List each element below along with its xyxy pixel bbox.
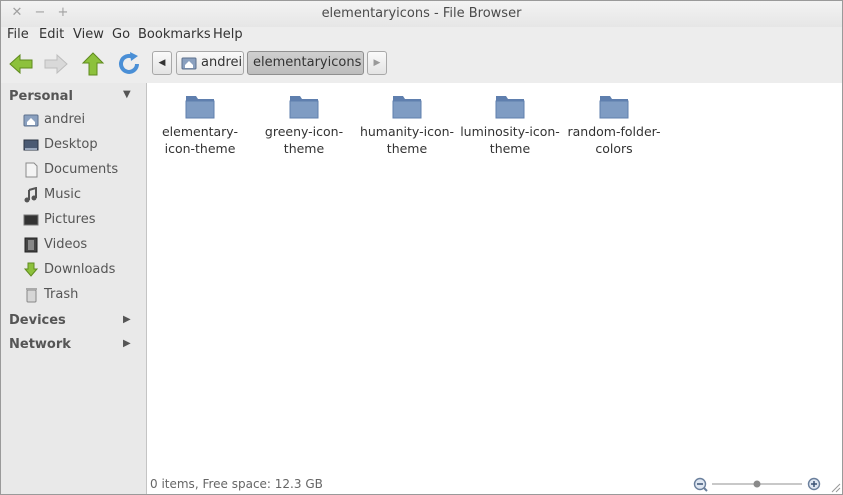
- videos-icon: [24, 237, 38, 253]
- menu-go[interactable]: Go: [112, 27, 130, 42]
- sidebar-section-personal[interactable]: Personal: [9, 89, 73, 104]
- collapse-arrow-icon[interactable]: ▼: [123, 89, 131, 100]
- music-icon: [24, 187, 37, 203]
- folder-item[interactable]: humanity-icon-theme: [357, 93, 457, 163]
- sidebar-item-downloads[interactable]: Downloads: [23, 261, 143, 281]
- up-button[interactable]: [79, 50, 107, 78]
- path-scroll-right-button[interactable]: ▶: [367, 51, 387, 75]
- desktop-icon: [23, 139, 39, 151]
- downloads-icon: [23, 262, 39, 277]
- path-segment-andrei[interactable]: andrei: [176, 51, 244, 75]
- path-scroll-left-button[interactable]: ◀: [152, 51, 172, 75]
- sidebar-item-desktop[interactable]: Desktop: [23, 136, 143, 156]
- sidebar-item-label: Trash: [44, 287, 79, 302]
- menubar: File Edit View Go Bookmarks Help: [1, 25, 842, 45]
- sidebar-item-label: Downloads: [44, 262, 116, 277]
- sidebar-item-label: Desktop: [44, 137, 98, 152]
- folder-item[interactable]: luminosity-icon-theme: [460, 93, 560, 163]
- zoom-out-icon[interactable]: [693, 477, 708, 492]
- file-browser-window: ✕ − + elementaryicons - File Browser Fil…: [0, 0, 843, 495]
- home-icon: [23, 114, 39, 127]
- expand-arrow-icon[interactable]: ▶: [123, 338, 131, 349]
- sidebar-section-devices[interactable]: Devices: [9, 313, 66, 328]
- sidebar-item-label: Pictures: [44, 212, 96, 227]
- sidebar-item-trash[interactable]: Trash: [23, 286, 143, 306]
- window-title: elementaryicons - File Browser: [321, 6, 522, 21]
- reload-icon: [119, 52, 139, 74]
- sidebar-section-network[interactable]: Network: [9, 337, 71, 352]
- forward-button[interactable]: [42, 50, 70, 78]
- path-segment-label: andrei: [201, 55, 243, 70]
- documents-icon: [25, 162, 38, 178]
- path-segment-elementaryicons[interactable]: elementaryicons: [247, 51, 364, 75]
- sidebar-item-music[interactable]: Music: [23, 186, 143, 206]
- sidebar: Personal ▼ andrei Desktop Documents Musi…: [1, 83, 147, 494]
- up-icon: [81, 52, 105, 76]
- expand-arrow-icon[interactable]: ▶: [123, 314, 131, 325]
- menu-help[interactable]: Help: [213, 27, 243, 42]
- sidebar-item-documents[interactable]: Documents: [23, 161, 143, 181]
- zoom-control[interactable]: [692, 475, 822, 493]
- folder-icon: [599, 96, 629, 119]
- sidebar-item-andrei[interactable]: andrei: [23, 111, 143, 131]
- folder-name: greeny-icon-theme: [264, 124, 344, 156]
- file-view[interactable]: elementary-icon-theme greeny-icon-theme …: [147, 83, 842, 473]
- folder-name: humanity-icon-theme: [359, 124, 455, 156]
- home-icon: [181, 57, 197, 70]
- folder-name: random-folder-colors: [567, 124, 661, 156]
- folder-icon: [392, 96, 422, 119]
- folder-name: luminosity-icon-theme: [460, 124, 560, 156]
- reload-button[interactable]: [115, 50, 143, 78]
- sidebar-item-label: Videos: [44, 237, 88, 252]
- back-icon: [9, 53, 33, 75]
- menu-file[interactable]: File: [7, 27, 29, 42]
- folder-icon: [289, 96, 319, 119]
- folder-item[interactable]: greeny-icon-theme: [254, 93, 354, 163]
- sidebar-item-label: Documents: [44, 162, 119, 177]
- pictures-icon: [23, 214, 39, 226]
- folder-item[interactable]: elementary-icon-theme: [150, 93, 250, 163]
- titlebar: ✕ − + elementaryicons - File Browser: [1, 1, 842, 27]
- sidebar-item-label: andrei: [44, 112, 86, 127]
- forward-icon: [44, 53, 68, 75]
- sidebar-item-label: Music: [44, 187, 81, 202]
- zoom-slider-handle[interactable]: [753, 480, 761, 488]
- zoom-in-icon[interactable]: [807, 477, 821, 491]
- trash-icon: [26, 288, 37, 303]
- folder-icon: [185, 96, 215, 119]
- menu-edit[interactable]: Edit: [39, 27, 64, 42]
- sidebar-item-videos[interactable]: Videos: [23, 236, 143, 256]
- folder-icon: [495, 96, 525, 119]
- menu-bookmarks[interactable]: Bookmarks: [138, 27, 211, 42]
- back-button[interactable]: [7, 50, 35, 78]
- path-segment-label: elementaryicons: [253, 55, 362, 70]
- resize-grip-icon[interactable]: [831, 483, 841, 493]
- menu-view[interactable]: View: [73, 27, 104, 42]
- sidebar-item-pictures[interactable]: Pictures: [23, 211, 143, 231]
- statusbar: 0 items, Free space: 12.3 GB: [147, 473, 842, 494]
- folder-name: elementary-icon-theme: [161, 124, 239, 156]
- folder-item[interactable]: random-folder-colors: [564, 93, 664, 163]
- status-text: 0 items, Free space: 12.3 GB: [150, 477, 323, 491]
- toolbar: ◀ andrei elementaryicons ▶: [1, 46, 842, 82]
